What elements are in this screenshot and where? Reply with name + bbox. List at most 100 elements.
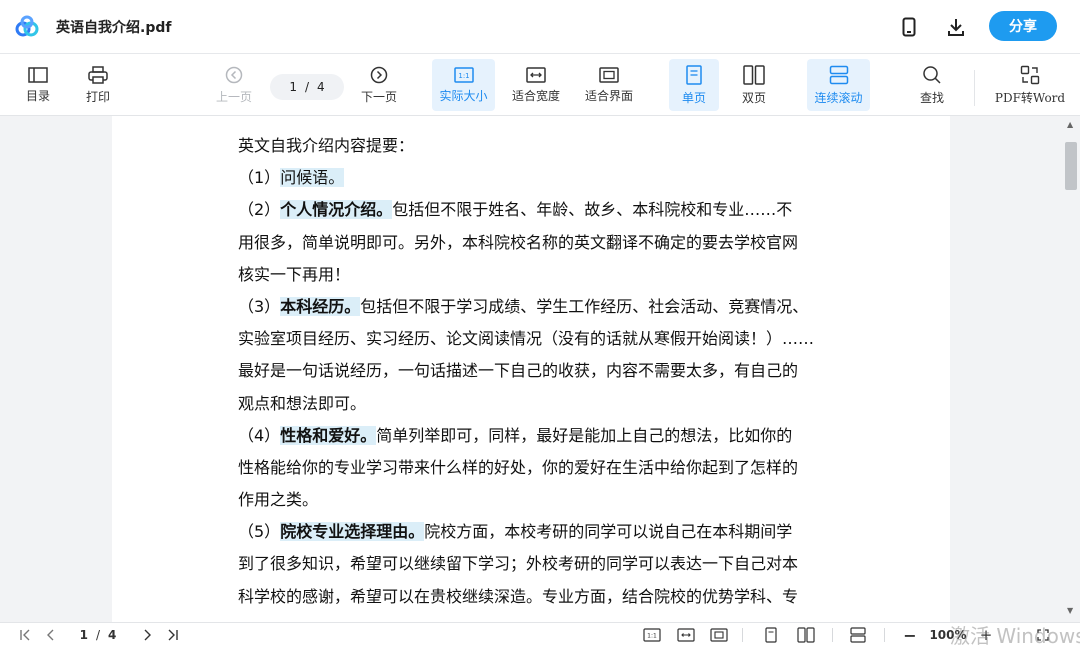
print-button[interactable]: 打印 (78, 59, 118, 111)
single-page-icon (686, 64, 702, 85)
double-page-icon (743, 64, 765, 85)
document-title: 英语自我介绍.pdf (56, 20, 172, 36)
text-line: （3）本科经历。包括但不限于学习成绩、学生工作经历、社会活动、竞赛情况、 (238, 291, 838, 323)
windows-activation-watermark: 激活 Windows (950, 624, 1080, 646)
actual-size-button[interactable]: 1:1 实际大小 (432, 59, 495, 111)
chevron-right-circle-icon (370, 66, 388, 83)
toc-label: 目录 (25, 88, 50, 103)
status-page-indicator[interactable]: 1 / 4 (70, 627, 126, 643)
status-double-page-icon[interactable] (795, 627, 817, 643)
title-bar: 英语自我介绍.pdf 分享 (0, 0, 1080, 54)
double-page-button[interactable]: 双页 (731, 59, 777, 111)
text-segment: 最好是一句话说经历，一句话描述一下自己的收获，内容不需要太多，有自己的 (238, 361, 799, 381)
prev-page-label: 上一页 (215, 89, 252, 104)
text-segment: 用很多，简单说明即可。另外，本科院校名称的英文翻译不确定的要去学校官网 (238, 232, 799, 252)
text-segment: 作用之类。 (238, 490, 319, 510)
status-page-separator: / (95, 628, 101, 642)
highlighted-heading: 个人情况介绍。 (280, 200, 393, 220)
fit-width-button[interactable]: 适合宽度 (508, 59, 564, 111)
highlighted-heading: 性格和爱好。 (280, 425, 377, 445)
continuous-scroll-label: 连续滚动 (814, 90, 863, 105)
print-label: 打印 (85, 89, 110, 104)
fit-page-label: 适合界面 (584, 88, 633, 103)
text-line: 最好是一句话说经历，一句话描述一下自己的收获，内容不需要太多，有自己的 (238, 355, 838, 387)
single-page-button[interactable]: 单页 (669, 59, 719, 111)
convert-icon (1020, 65, 1040, 84)
single-page-label: 单页 (681, 90, 706, 105)
page-total: 4 (317, 80, 325, 94)
status-bar: 1 / 4 1:1 − 100% + (0, 622, 1080, 646)
next-page-label: 下一页 (360, 89, 397, 104)
text-line: 核实一下再用！ (238, 259, 838, 291)
text-segment: 实验室项目经历、实习经历、论文阅读情况（没有的话就从寒假开始阅读！）…… (238, 329, 815, 349)
prev-page-small-icon[interactable] (42, 627, 58, 643)
pdf-to-word-button[interactable]: PDF转Word (992, 59, 1068, 111)
toc-button[interactable]: 目录 (18, 59, 58, 111)
chevron-left-circle-icon (225, 66, 243, 83)
scroll-up-arrow-icon[interactable]: ▲ (1067, 120, 1073, 129)
text-line: （1）问候语。 (238, 162, 838, 194)
text-line: 英文自我介绍内容提要： (238, 130, 838, 162)
svg-text:1:1: 1:1 (458, 72, 469, 80)
status-single-page-icon[interactable] (762, 627, 780, 643)
text-line: 性格能给你的专业学习带来什么样的好处，你的爱好在生活中给你起到了怎样的 (238, 452, 838, 484)
text-line: 用很多，简单说明即可。另外，本科院校名称的英文翻译不确定的要去学校官网 (238, 227, 838, 259)
text-line: 科学校的感谢，希望可以在贵校继续深造。专业方面，结合院校的优势学科、专 (238, 581, 838, 613)
fit-page-icon (599, 66, 619, 83)
text-segment: （5） (238, 522, 281, 542)
download-icon[interactable] (944, 15, 968, 39)
status-page-total: 4 (108, 628, 117, 642)
find-button[interactable]: 查找 (912, 59, 952, 111)
page-indicator[interactable]: 1 / 4 (270, 74, 344, 100)
text-segment: 到了很多知识，希望可以继续留下学习；外校考研的同学可以表达一下自己对本 (238, 554, 799, 574)
status-actual-size-icon[interactable]: 1:1 (642, 627, 662, 643)
share-button[interactable]: 分享 (989, 11, 1057, 41)
status-divider (832, 628, 833, 642)
page-separator: / (304, 80, 310, 94)
text-line: （2）个人情况介绍。包括但不限于姓名、年龄、故乡、本科院校和专业……不 (238, 194, 838, 226)
text-segment: 性格能给你的专业学习带来什么样的好处，你的爱好在生活中给你起到了怎样的 (238, 457, 799, 477)
actual-size-icon: 1:1 (453, 66, 474, 83)
text-segment: 核实一下再用！ (238, 264, 351, 284)
text-line: 实验室项目经历、实习经历、论文阅读情况（没有的话就从寒假开始阅读！）…… (238, 323, 838, 355)
prev-page-button[interactable]: 上一页 (212, 59, 256, 111)
svg-text:1:1: 1:1 (647, 633, 657, 640)
document-viewer[interactable]: 英文自我介绍内容提要： （1）问候语。 （2）个人情况介绍。包括但不限于姓名、年龄、… (0, 116, 1080, 622)
status-page-current: 1 (79, 628, 88, 642)
text-segment: 院校方面，本校考研的同学可以说自己在本科期间学 (424, 522, 793, 542)
status-divider (742, 628, 743, 642)
toc-icon (28, 66, 48, 83)
page-content: 英文自我介绍内容提要： （1）问候语。 （2）个人情况介绍。包括但不限于姓名、年龄、… (238, 130, 838, 613)
mobile-icon[interactable] (897, 15, 921, 39)
status-fit-page-icon[interactable] (709, 627, 729, 643)
continuous-scroll-button[interactable]: 连续滚动 (807, 59, 870, 111)
page-current[interactable]: 1 (289, 80, 297, 94)
zoom-out-icon[interactable]: − (902, 626, 918, 645)
next-page-small-icon[interactable] (140, 627, 156, 643)
scroll-thumb[interactable] (1065, 142, 1077, 190)
search-icon (923, 65, 941, 84)
text-line: 观点和想法即可。 (238, 388, 838, 420)
last-page-icon[interactable] (164, 627, 182, 643)
text-segment: 英文自我介绍内容提要： (238, 136, 415, 155)
toolbar-divider (974, 70, 975, 106)
next-page-button[interactable]: 下一页 (356, 59, 402, 111)
status-continuous-icon[interactable] (848, 627, 868, 643)
text-segment: （1） (238, 168, 281, 188)
printer-icon (88, 65, 108, 84)
fit-page-button[interactable]: 适合界面 (580, 59, 638, 111)
text-segment: （4） (238, 425, 281, 445)
text-line: （4）性格和爱好。简单列举即可，同样，最好是能加上自己的想法，比如你的 (238, 420, 838, 452)
vertical-scrollbar[interactable]: ▲ ▼ (1062, 116, 1080, 622)
text-line: （5）院校专业选择理由。院校方面，本校考研的同学可以说自己在本科期间学 (238, 516, 838, 548)
first-page-icon[interactable] (16, 627, 34, 643)
status-fit-width-icon[interactable] (676, 627, 696, 643)
continuous-scroll-icon (829, 65, 848, 84)
scroll-down-arrow-icon[interactable]: ▼ (1067, 606, 1073, 615)
toolbar: 目录 打印 上一页 下一页 1:1 实际大小 适合宽度 适合界面 单页 双页 连… (0, 54, 1080, 116)
status-divider (884, 628, 885, 642)
app-logo-icon (15, 15, 39, 37)
find-label: 查找 (919, 90, 944, 105)
fit-width-label: 适合宽度 (511, 88, 560, 103)
text-segment: 观点和想法即可。 (238, 393, 367, 413)
